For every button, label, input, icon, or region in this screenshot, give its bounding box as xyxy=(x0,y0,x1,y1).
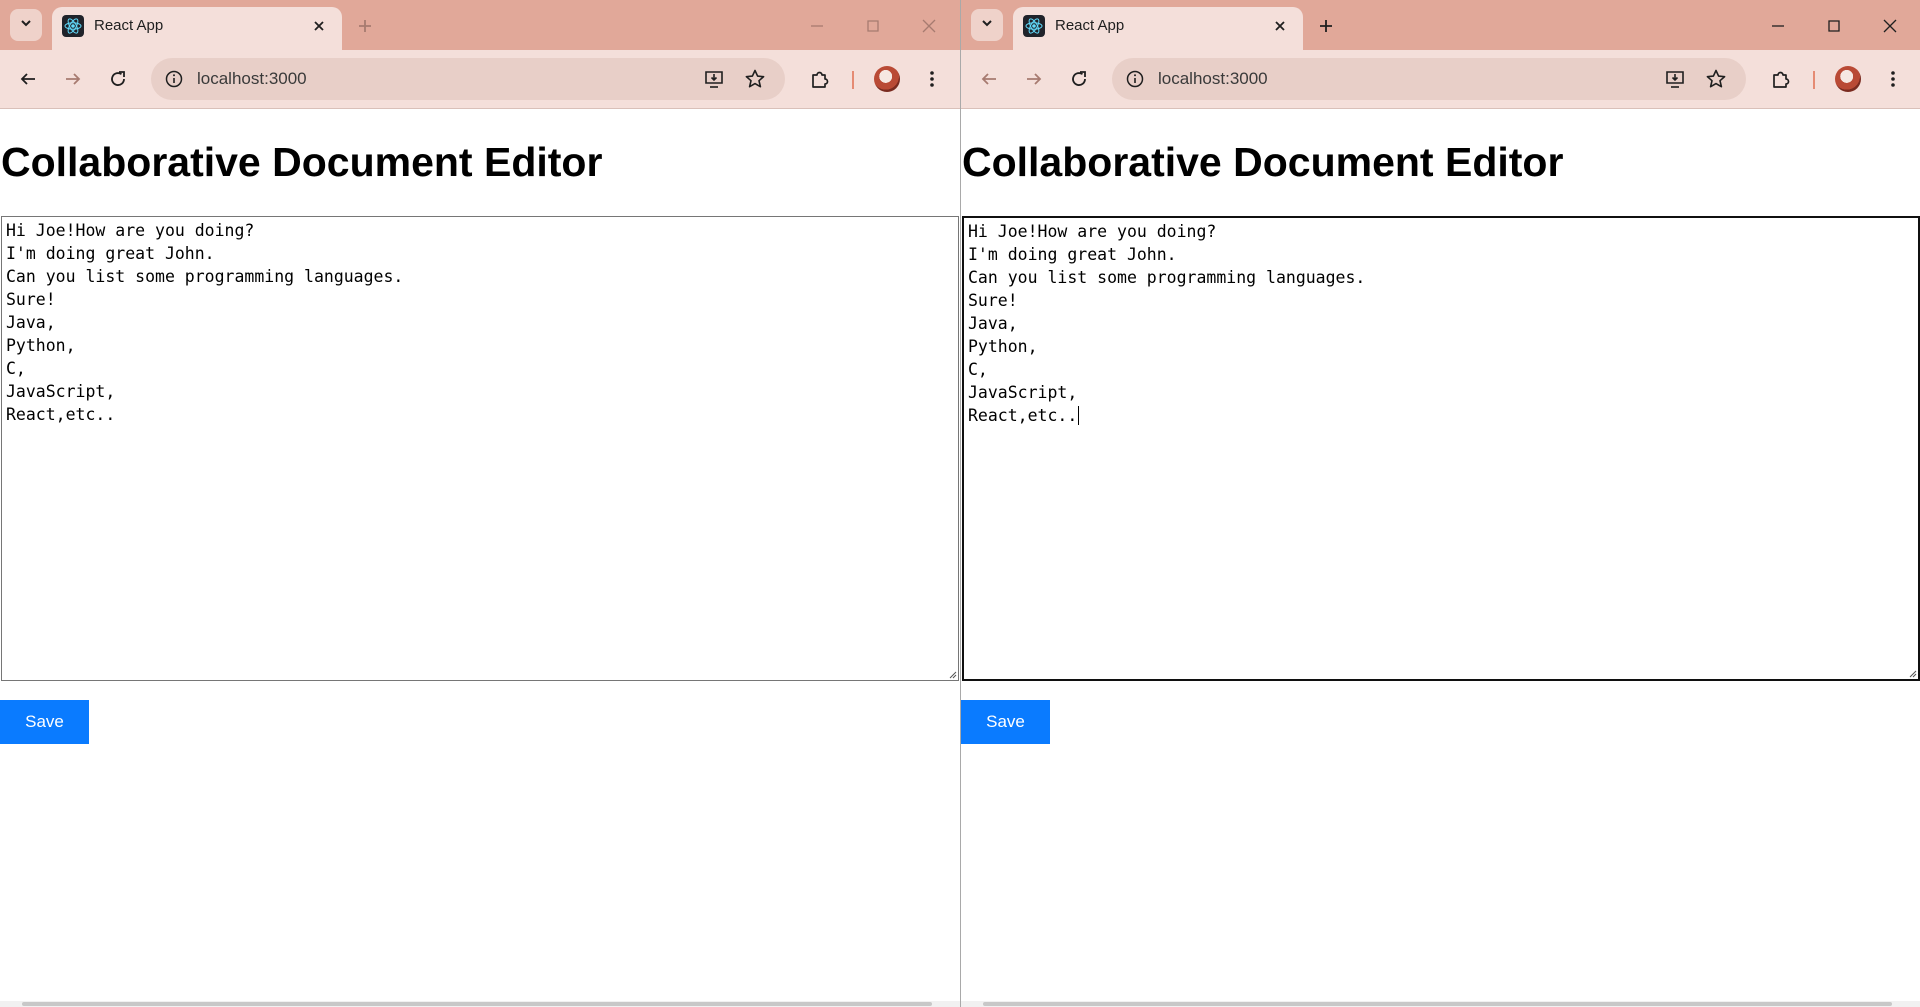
install-app-icon[interactable] xyxy=(702,67,726,91)
tab-search-button[interactable] xyxy=(10,9,42,41)
react-logo-icon xyxy=(1023,15,1045,37)
close-window-icon[interactable] xyxy=(1877,13,1903,39)
text-caret xyxy=(1078,406,1080,425)
url-text: localhost:3000 xyxy=(1158,69,1268,88)
scrollbar-thumb[interactable] xyxy=(983,1002,1892,1006)
document-line: JavaScript, xyxy=(968,383,1078,402)
title-bar: React App xyxy=(0,0,960,50)
avatar[interactable] xyxy=(874,66,900,92)
chevron-down-icon xyxy=(19,16,33,35)
document-textarea[interactable]: Hi Joe!How are you doing? I'm doing grea… xyxy=(1,216,959,681)
document-line: C, xyxy=(6,359,26,378)
browser-window-left: React App localhost:3000 Collaborative D… xyxy=(0,0,960,1007)
avatar[interactable] xyxy=(1835,66,1861,92)
document-line: Can you list some programming languages. xyxy=(968,268,1366,287)
horizontal-scrollbar[interactable] xyxy=(961,1001,1920,1007)
page-viewport: Collaborative Document Editor Hi Joe!How… xyxy=(0,109,960,1007)
arrow-right-icon[interactable] xyxy=(57,63,89,95)
browser-toolbar: localhost:3000 xyxy=(961,50,1920,109)
tab-title: React App xyxy=(1055,17,1125,34)
document-line: React,etc.. xyxy=(968,406,1078,425)
document-line: Hi Joe!How are you doing? xyxy=(6,221,255,240)
toolbar-separator xyxy=(1813,71,1815,89)
save-button[interactable]: Save xyxy=(961,700,1050,744)
star-icon[interactable] xyxy=(1704,67,1728,91)
document-line: Hi Joe!How are you doing? xyxy=(968,222,1217,241)
resize-grip-icon[interactable] xyxy=(949,671,957,679)
page-title: Collaborative Document Editor xyxy=(962,139,1564,185)
arrow-right-icon[interactable] xyxy=(1018,63,1050,95)
page-title: Collaborative Document Editor xyxy=(1,139,603,185)
tab-title: React App xyxy=(94,17,164,34)
browser-window-right: React App localhost:3000 Collaborative D… xyxy=(960,0,1920,1007)
puzzle-icon[interactable] xyxy=(1765,63,1797,95)
title-bar: React App xyxy=(961,0,1920,50)
toolbar-separator xyxy=(852,71,854,89)
reload-icon[interactable] xyxy=(102,63,134,95)
info-icon[interactable] xyxy=(163,68,185,90)
minimize-icon[interactable] xyxy=(804,13,830,39)
close-icon[interactable] xyxy=(310,17,328,35)
address-bar[interactable]: localhost:3000 xyxy=(151,58,785,100)
plus-icon[interactable] xyxy=(1313,13,1339,39)
browser-toolbar: localhost:3000 xyxy=(0,50,960,109)
document-line: Java, xyxy=(6,313,56,332)
document-line: Python, xyxy=(968,337,1038,356)
maximize-icon[interactable] xyxy=(1821,13,1847,39)
reload-icon[interactable] xyxy=(1063,63,1095,95)
browser-tab[interactable]: React App xyxy=(1013,7,1303,50)
document-line: Sure! xyxy=(968,291,1018,310)
document-line: I'm doing great John. xyxy=(968,245,1177,264)
url-text: localhost:3000 xyxy=(197,69,307,88)
document-textarea[interactable]: Hi Joe!How are you doing? I'm doing grea… xyxy=(962,216,1920,681)
install-app-icon[interactable] xyxy=(1663,67,1687,91)
arrow-left-icon[interactable] xyxy=(12,63,44,95)
document-line: JavaScript, xyxy=(6,382,116,401)
puzzle-icon[interactable] xyxy=(804,63,836,95)
maximize-icon[interactable] xyxy=(860,13,886,39)
document-line: C, xyxy=(968,360,988,379)
address-bar[interactable]: localhost:3000 xyxy=(1112,58,1746,100)
react-logo-icon xyxy=(62,15,84,37)
plus-icon[interactable] xyxy=(352,13,378,39)
scrollbar-thumb[interactable] xyxy=(22,1002,932,1006)
arrow-left-icon[interactable] xyxy=(973,63,1005,95)
close-icon[interactable] xyxy=(1271,17,1289,35)
star-icon[interactable] xyxy=(743,67,767,91)
document-line: Python, xyxy=(6,336,76,355)
document-line: Sure! xyxy=(6,290,56,309)
minimize-icon[interactable] xyxy=(1765,13,1791,39)
chevron-down-icon xyxy=(980,16,994,35)
document-line: React,etc.. xyxy=(6,405,116,424)
document-line: Java, xyxy=(968,314,1018,333)
page-viewport: Collaborative Document Editor Hi Joe!How… xyxy=(961,109,1920,1007)
save-button[interactable]: Save xyxy=(0,700,89,744)
kebab-menu-icon[interactable] xyxy=(916,63,948,95)
kebab-menu-icon[interactable] xyxy=(1877,63,1909,95)
document-line: Can you list some programming languages. xyxy=(6,267,404,286)
resize-grip-icon[interactable] xyxy=(1909,670,1917,678)
tab-search-button[interactable] xyxy=(971,9,1003,41)
horizontal-scrollbar[interactable] xyxy=(0,1001,960,1007)
browser-tab[interactable]: React App xyxy=(52,7,342,50)
document-line: I'm doing great John. xyxy=(6,244,215,263)
close-window-icon[interactable] xyxy=(916,13,942,39)
info-icon[interactable] xyxy=(1124,68,1146,90)
